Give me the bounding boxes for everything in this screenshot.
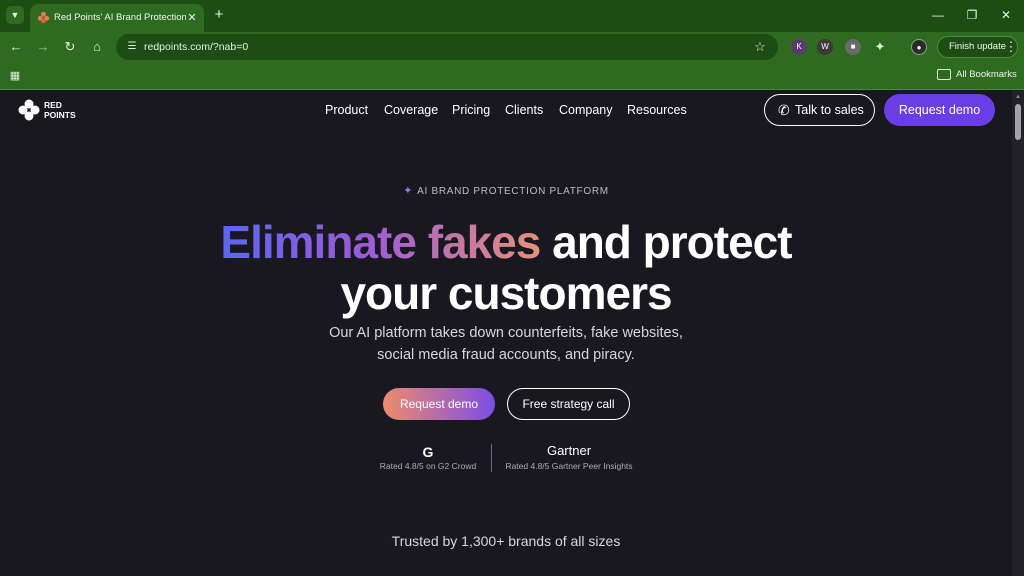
hero-subtitle-line1: Our AI platform takes down counterfeits,… bbox=[329, 325, 683, 341]
hero-headline-line1: Eliminate fakes and protect bbox=[0, 216, 1012, 268]
g2-logo-icon: G bbox=[422, 444, 434, 460]
site-logo[interactable]: RED POINTS bbox=[18, 99, 88, 121]
gartner-rating-text: Rated 4.8/5 Gartner Peer Insights bbox=[505, 461, 633, 471]
browser-tab[interactable]: Red Points' AI Brand Protection ✕ bbox=[30, 4, 204, 32]
sparkle-icon: ✦ bbox=[403, 185, 414, 197]
logo-text-red: RED bbox=[44, 100, 62, 110]
browser-menu-icon[interactable]: ⋮ bbox=[1004, 37, 1018, 57]
rating-divider bbox=[491, 444, 492, 472]
scrollbar-thumb[interactable] bbox=[1015, 104, 1021, 140]
back-icon[interactable]: ← bbox=[6, 37, 26, 57]
extension-w-icon[interactable]: W bbox=[817, 39, 833, 55]
hero-headline-line2: your customers bbox=[340, 267, 672, 319]
header-request-demo-button[interactable]: Request demo bbox=[884, 94, 995, 126]
address-bar[interactable]: ☰ redpoints.com/?nab=0 ☆ bbox=[116, 34, 778, 60]
headline-plain-text: and protect bbox=[540, 216, 792, 268]
page-content: RED POINTS Product Coverage Pricing Clie… bbox=[0, 90, 1012, 576]
gartner-logo: Gartner bbox=[546, 443, 592, 458]
site-info-icon[interactable]: ☰ bbox=[122, 37, 142, 57]
nav-link-product[interactable]: Product bbox=[325, 102, 368, 118]
browser-toolbar: ← → ↻ ⌂ ☰ redpoints.com/?nab=0 ☆ K W ■ ✦… bbox=[0, 32, 1024, 62]
extension-box-icon[interactable]: ■ bbox=[845, 39, 861, 55]
bookmarks-bar: ▦ All Bookmarks bbox=[0, 62, 1024, 90]
eyebrow-text: AI BRAND PROTECTION PLATFORM bbox=[417, 186, 609, 197]
nav-link-resources[interactable]: Resources bbox=[627, 102, 687, 118]
reload-icon[interactable]: ↻ bbox=[60, 37, 80, 57]
hero-eyebrow: ✦ AI BRAND PROTECTION PLATFORM bbox=[0, 184, 1012, 198]
bookmark-star-icon[interactable]: ☆ bbox=[750, 37, 770, 57]
new-tab-icon[interactable]: + bbox=[209, 5, 229, 25]
browser-tab-strip: ▼ Red Points' AI Brand Protection ✕ + — … bbox=[0, 0, 1024, 32]
headline-gradient-text: Eliminate fakes bbox=[220, 216, 541, 268]
red-points-logo-icon bbox=[18, 99, 40, 121]
nav-link-company[interactable]: Company bbox=[559, 102, 613, 118]
extensions-puzzle-icon[interactable]: ✦ bbox=[870, 37, 890, 57]
nav-link-clients[interactable]: Clients bbox=[505, 102, 543, 118]
restore-icon[interactable]: ❐ bbox=[959, 4, 985, 26]
nav-link-coverage[interactable]: Coverage bbox=[384, 102, 438, 118]
tab-title: Red Points' AI Brand Protection bbox=[54, 12, 186, 23]
scroll-up-arrow-icon[interactable]: ▲ bbox=[1014, 93, 1022, 101]
hero-request-demo-button[interactable]: Request demo bbox=[383, 388, 495, 420]
all-bookmarks-label: All Bookmarks bbox=[956, 69, 1017, 80]
hero-subtitle-line2: social media fraud accounts, and piracy. bbox=[377, 347, 635, 363]
extension-k-icon[interactable]: K bbox=[791, 39, 807, 55]
apps-grid-icon[interactable]: ▦ bbox=[5, 66, 25, 86]
nav-link-pricing[interactable]: Pricing bbox=[452, 102, 490, 118]
g2-rating-text: Rated 4.8/5 on G2 Crowd bbox=[379, 461, 477, 471]
close-window-icon[interactable]: ✕ bbox=[993, 4, 1019, 26]
logo-text-points: POINTS bbox=[44, 110, 76, 120]
talk-to-sales-button[interactable]: ✆ Talk to sales bbox=[764, 94, 875, 126]
tab-close-icon[interactable]: ✕ bbox=[184, 10, 200, 26]
home-icon[interactable]: ⌂ bbox=[87, 37, 107, 57]
url-text: redpoints.com/?nab=0 bbox=[144, 41, 249, 53]
profile-avatar-icon[interactable]: ● bbox=[911, 39, 927, 55]
trusted-by-text: Trusted by 1,300+ brands of all sizes bbox=[391, 533, 621, 549]
tab-search-button[interactable]: ▼ bbox=[6, 6, 24, 24]
phone-icon: ✆ bbox=[778, 102, 790, 118]
forward-icon[interactable]: → bbox=[33, 37, 53, 57]
red-points-favicon-icon bbox=[37, 11, 50, 24]
folder-icon bbox=[937, 69, 951, 80]
minimize-icon[interactable]: — bbox=[925, 4, 951, 26]
free-strategy-call-button[interactable]: Free strategy call bbox=[507, 388, 630, 420]
page-scrollbar[interactable]: ▲ bbox=[1012, 90, 1024, 576]
talk-to-sales-label: Talk to sales bbox=[795, 103, 864, 117]
